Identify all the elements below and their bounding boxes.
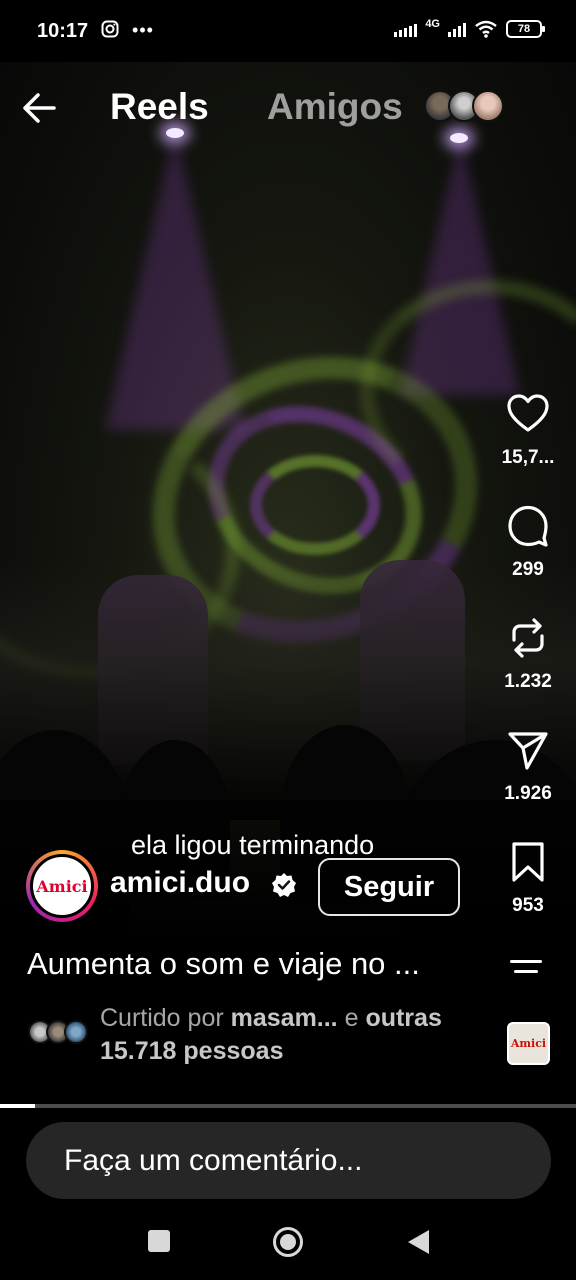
tab-reels[interactable]: Reels xyxy=(110,86,209,128)
back-nav-icon[interactable] xyxy=(405,1228,431,1256)
liked-by-text[interactable]: Curtido por masam... e outras 15.718 pes… xyxy=(100,1002,500,1068)
send-icon[interactable] xyxy=(506,728,550,772)
heart-icon[interactable] xyxy=(506,392,550,436)
comment-icon[interactable] xyxy=(506,504,550,548)
share-count: 1.926 xyxy=(504,783,552,804)
status-right-icons: 4G 78 xyxy=(394,18,545,38)
repost-icon[interactable] xyxy=(506,616,550,660)
follow-button[interactable]: Seguir xyxy=(318,858,460,916)
avatar-logo: Amici xyxy=(30,854,94,918)
liked-by-mid: e xyxy=(337,1004,366,1032)
repost-count: 1.232 xyxy=(504,671,552,692)
repost-action[interactable]: 1.232 xyxy=(498,616,558,693)
save-count: 953 xyxy=(512,895,544,916)
liked-by-prefix: Curtido por xyxy=(100,1004,231,1032)
liked-by-count[interactable]: 15.718 pessoas xyxy=(100,1037,283,1065)
laser-swirl xyxy=(250,455,380,555)
share-action[interactable]: 1.926 xyxy=(498,728,558,805)
comment-input[interactable]: Faça um comentário... xyxy=(26,1122,551,1199)
save-action[interactable]: 953 xyxy=(498,840,558,917)
song-overlay-text: ela ligou terminando xyxy=(131,830,375,860)
liked-by-user[interactable]: masam... xyxy=(231,1004,338,1032)
liked-by-others[interactable]: outras xyxy=(365,1004,441,1032)
audio-thumbnail[interactable]: Amici xyxy=(507,1022,550,1065)
signal-icon xyxy=(448,21,466,37)
back-arrow-icon[interactable] xyxy=(20,88,60,128)
recents-nav-icon[interactable] xyxy=(146,1228,172,1254)
like-count: 15,7... xyxy=(501,447,555,468)
liker-avatar xyxy=(64,1020,88,1044)
home-nav-icon[interactable] xyxy=(272,1226,304,1258)
instagram-icon xyxy=(101,20,119,38)
status-left-icons: ••• xyxy=(101,20,154,41)
signal-icon xyxy=(394,21,418,37)
comment-count: 299 xyxy=(512,559,544,580)
friend-avatar xyxy=(472,90,504,122)
username[interactable]: amici.duo xyxy=(110,866,250,900)
more-options-icon[interactable] xyxy=(510,960,546,982)
verified-badge-icon xyxy=(272,873,296,897)
reel-caption[interactable]: Aumenta o som e viaje no ... xyxy=(27,946,420,982)
status-bar: 10:17 ••• 4G 78 xyxy=(0,0,576,62)
network-type: 4G xyxy=(425,18,440,30)
bookmark-icon[interactable] xyxy=(506,840,550,884)
like-action[interactable]: 15,7... xyxy=(498,392,558,469)
wifi-icon xyxy=(475,20,497,38)
tab-amigos[interactable]: Amigos xyxy=(267,86,403,128)
stage-light xyxy=(450,133,468,143)
stage-light-beam xyxy=(105,130,245,430)
stage-light xyxy=(166,128,184,138)
status-time: 10:17 xyxy=(37,20,89,42)
battery-icon: 78 xyxy=(506,20,545,38)
comment-action[interactable]: 299 xyxy=(498,504,558,581)
reel-video[interactable] xyxy=(0,0,576,1105)
more-dots-icon: ••• xyxy=(132,20,154,40)
profile-avatar[interactable]: Amici xyxy=(26,850,98,922)
